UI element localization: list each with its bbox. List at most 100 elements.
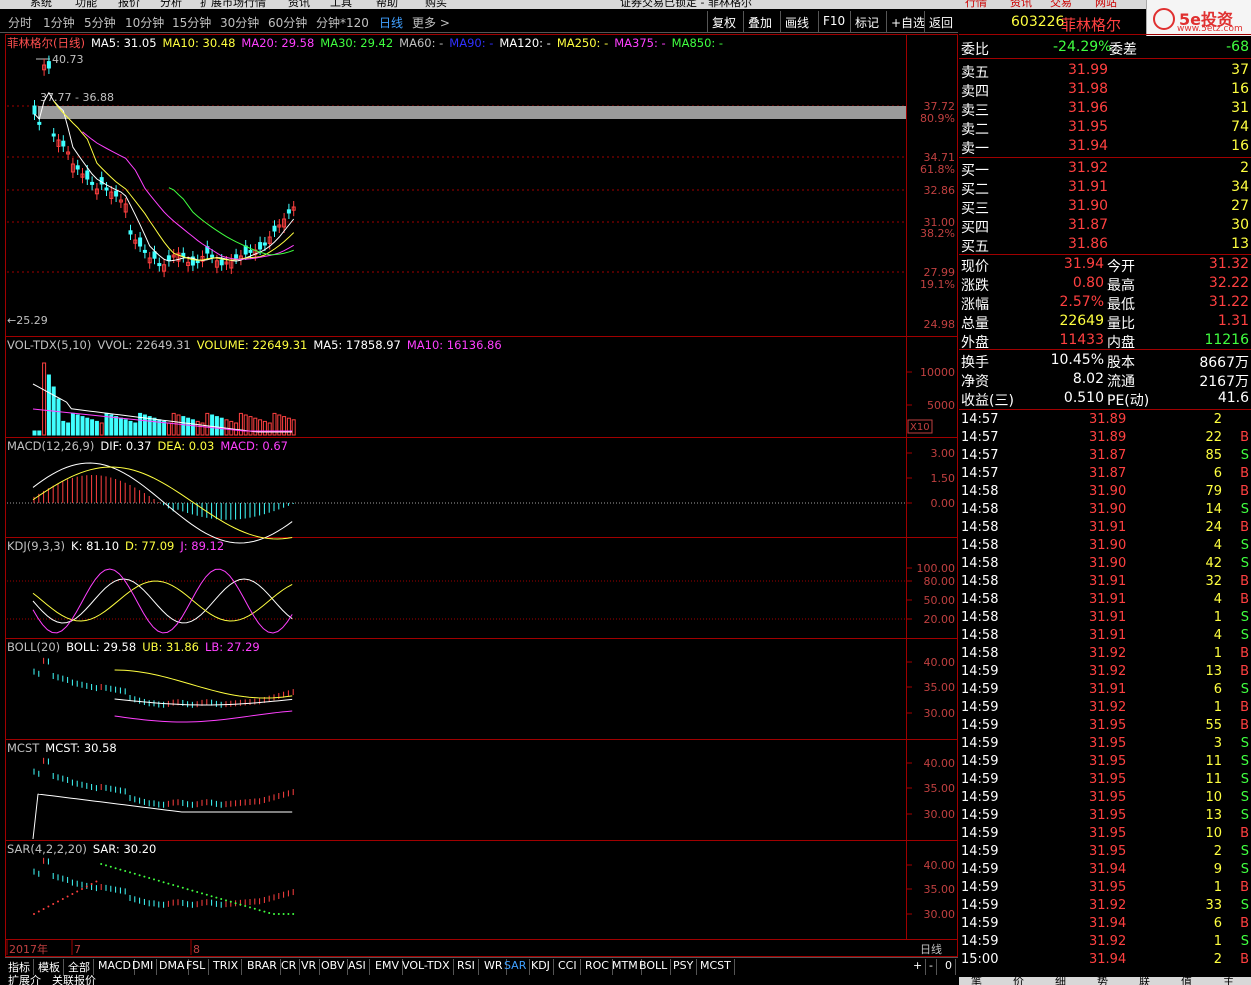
period-tab[interactable]: 日线 bbox=[379, 14, 403, 31]
period-tab[interactable]: 分时 bbox=[8, 14, 32, 31]
indicator-tab[interactable]: BOLL bbox=[636, 959, 672, 975]
period-tab[interactable]: 1分钟 bbox=[43, 14, 75, 31]
menu-item[interactable]: 帮助 bbox=[376, 0, 398, 9]
toolbar-button[interactable]: 叠加 bbox=[743, 11, 776, 33]
toolbar-button[interactable]: 标记 bbox=[850, 11, 883, 33]
indicator-tab[interactable]: CR bbox=[278, 959, 301, 975]
main_chart-title: 菲林格尔(日线) MA5: 31.05 MA10: 30.48 MA20: 29.58… bbox=[7, 36, 723, 50]
indicator-tab[interactable]: OBV bbox=[318, 959, 349, 975]
volume-bar bbox=[123, 419, 128, 436]
tick-row: 14:57 31.89 22 B bbox=[959, 429, 1251, 447]
indicator-tab[interactable]: MCST bbox=[697, 959, 735, 975]
bid-row[interactable]: 买三 31.90 27 bbox=[959, 197, 1251, 217]
period-tab[interactable]: 15分钟 bbox=[172, 14, 211, 31]
indicator-tab[interactable]: PSY bbox=[670, 959, 698, 975]
sar-dot bbox=[225, 899, 227, 902]
bid-row[interactable]: 买一 31.92 2 bbox=[959, 159, 1251, 179]
bid-price: 31.87 bbox=[1068, 217, 1109, 233]
ask-volume: 16 bbox=[1231, 138, 1249, 154]
toolbar-button[interactable]: 画线 bbox=[780, 11, 813, 33]
indicator-tab[interactable]: VR bbox=[298, 959, 321, 975]
ask-row[interactable]: 卖四 31.98 16 bbox=[959, 80, 1251, 100]
vol-unit: X10 bbox=[910, 422, 930, 433]
macd_panel-axis-label: 3.00 bbox=[931, 447, 956, 460]
quote-tab[interactable]: 价 bbox=[1013, 977, 1024, 985]
period-tab[interactable]: 60分钟 bbox=[268, 14, 307, 31]
quote-tab[interactable]: 联 bbox=[1139, 977, 1150, 985]
indicator-tab[interactable]: SAR bbox=[501, 959, 531, 975]
volume-bar bbox=[138, 412, 143, 436]
bid-price: 31.91 bbox=[1068, 179, 1109, 195]
quote-tab[interactable]: 值 bbox=[1181, 977, 1192, 985]
indicator-tab[interactable]: RSI bbox=[454, 959, 479, 975]
menu-item[interactable]: 扩展市场行情 bbox=[200, 0, 266, 9]
period-tab[interactable]: 5分钟 bbox=[84, 14, 116, 31]
menu-item[interactable]: 系统 bbox=[30, 0, 52, 9]
toolbar-button[interactable]: +自选 bbox=[886, 11, 929, 33]
bid-row[interactable]: 买四 31.87 30 bbox=[959, 216, 1251, 236]
extension-tab[interactable]: 关联报价 bbox=[52, 972, 96, 985]
tick-time: 14:59 bbox=[961, 682, 999, 697]
indicator-tab[interactable]: DMI bbox=[129, 959, 158, 975]
indicator-tab[interactable]: ASI bbox=[345, 959, 370, 975]
indicator-tab[interactable]: VOL-TDX bbox=[399, 959, 454, 975]
toolbar-button[interactable]: 复权 bbox=[707, 11, 740, 33]
menu-item[interactable]: 购买 bbox=[425, 0, 447, 9]
volume-bar bbox=[114, 416, 119, 436]
sar-dot bbox=[234, 902, 237, 905]
quote-tab[interactable]: 笔 bbox=[971, 977, 982, 985]
tick-volume: 6 bbox=[1213, 466, 1222, 481]
zoom-button[interactable]: + bbox=[910, 959, 927, 975]
bid-row[interactable]: 买五 31.86 13 bbox=[959, 235, 1251, 255]
ask-price: 31.95 bbox=[1068, 119, 1109, 135]
tick-side: B bbox=[1240, 952, 1249, 967]
stat-label: 涨跌 bbox=[961, 278, 989, 294]
menu-item[interactable]: 功能 bbox=[75, 0, 97, 9]
ask-row[interactable]: 卖三 31.96 31 bbox=[959, 99, 1251, 119]
ask-row[interactable]: 卖五 31.99 37 bbox=[959, 61, 1251, 81]
menu-item[interactable]: 报价 bbox=[118, 0, 140, 9]
indicator-tab[interactable]: CCI bbox=[555, 959, 581, 975]
period-tab[interactable]: 更多 > bbox=[412, 14, 450, 31]
menu-item[interactable]: 分析 bbox=[160, 0, 182, 9]
quote-tab[interactable]: 细 bbox=[1055, 977, 1066, 985]
zoom-button[interactable]: 0 bbox=[942, 959, 956, 975]
sar-dot bbox=[244, 905, 247, 907]
ask-row[interactable]: 卖二 31.95 74 bbox=[959, 118, 1251, 138]
ask-volume: 74 bbox=[1231, 119, 1249, 135]
quote-tab[interactable]: 势 bbox=[1097, 977, 1108, 985]
period-tab[interactable]: 分钟*120 bbox=[316, 14, 369, 31]
quote-tab[interactable]: 主 bbox=[1223, 977, 1234, 985]
candle-body bbox=[286, 209, 291, 214]
ask-row[interactable]: 卖一 31.94 16 bbox=[959, 137, 1251, 157]
tick-time: 14:57 bbox=[961, 430, 999, 445]
indicator-tab[interactable]: TRIX bbox=[210, 959, 243, 975]
tick-volume: 1 bbox=[1213, 934, 1222, 949]
zoom-button[interactable]: - bbox=[926, 959, 937, 975]
toolbar-button[interactable]: 返回 bbox=[924, 11, 957, 33]
indicator-tab[interactable]: KDJ bbox=[528, 959, 554, 975]
extension-tab[interactable]: 扩展介 bbox=[8, 972, 41, 985]
menu-item[interactable]: 资讯 bbox=[288, 0, 310, 9]
candle-body bbox=[85, 170, 90, 180]
stat-label: 最低 bbox=[1107, 297, 1135, 313]
tick-volume: 11 bbox=[1205, 754, 1222, 769]
top-nav-button[interactable]: 网站 bbox=[1095, 0, 1117, 9]
top-nav-button[interactable]: 交易 bbox=[1050, 0, 1072, 9]
volume-bar bbox=[42, 362, 47, 436]
toolbar-button[interactable]: F10 bbox=[818, 11, 849, 33]
bid-row[interactable]: 买二 31.91 34 bbox=[959, 178, 1251, 198]
price-axis-label: 32.86 bbox=[924, 184, 956, 197]
period-tab[interactable]: 30分钟 bbox=[220, 14, 259, 31]
indicator-tab[interactable]: BRAR bbox=[244, 959, 281, 975]
menu-item[interactable]: 工具 bbox=[330, 0, 352, 9]
stat-row: 涨幅 2.57% 最低 31.22 bbox=[959, 293, 1251, 313]
stat-label: 总量 bbox=[961, 316, 989, 332]
period-tab[interactable]: 10分钟 bbox=[125, 14, 164, 31]
top-nav-button[interactable]: 资讯 bbox=[1010, 0, 1032, 9]
stat-value: 31.22 bbox=[1208, 294, 1249, 310]
top-nav-button[interactable]: 行情 bbox=[965, 0, 987, 9]
indicator-tab[interactable]: FSL bbox=[183, 959, 210, 975]
book-divider bbox=[959, 157, 1251, 158]
fund-label: 净资 bbox=[961, 374, 989, 390]
